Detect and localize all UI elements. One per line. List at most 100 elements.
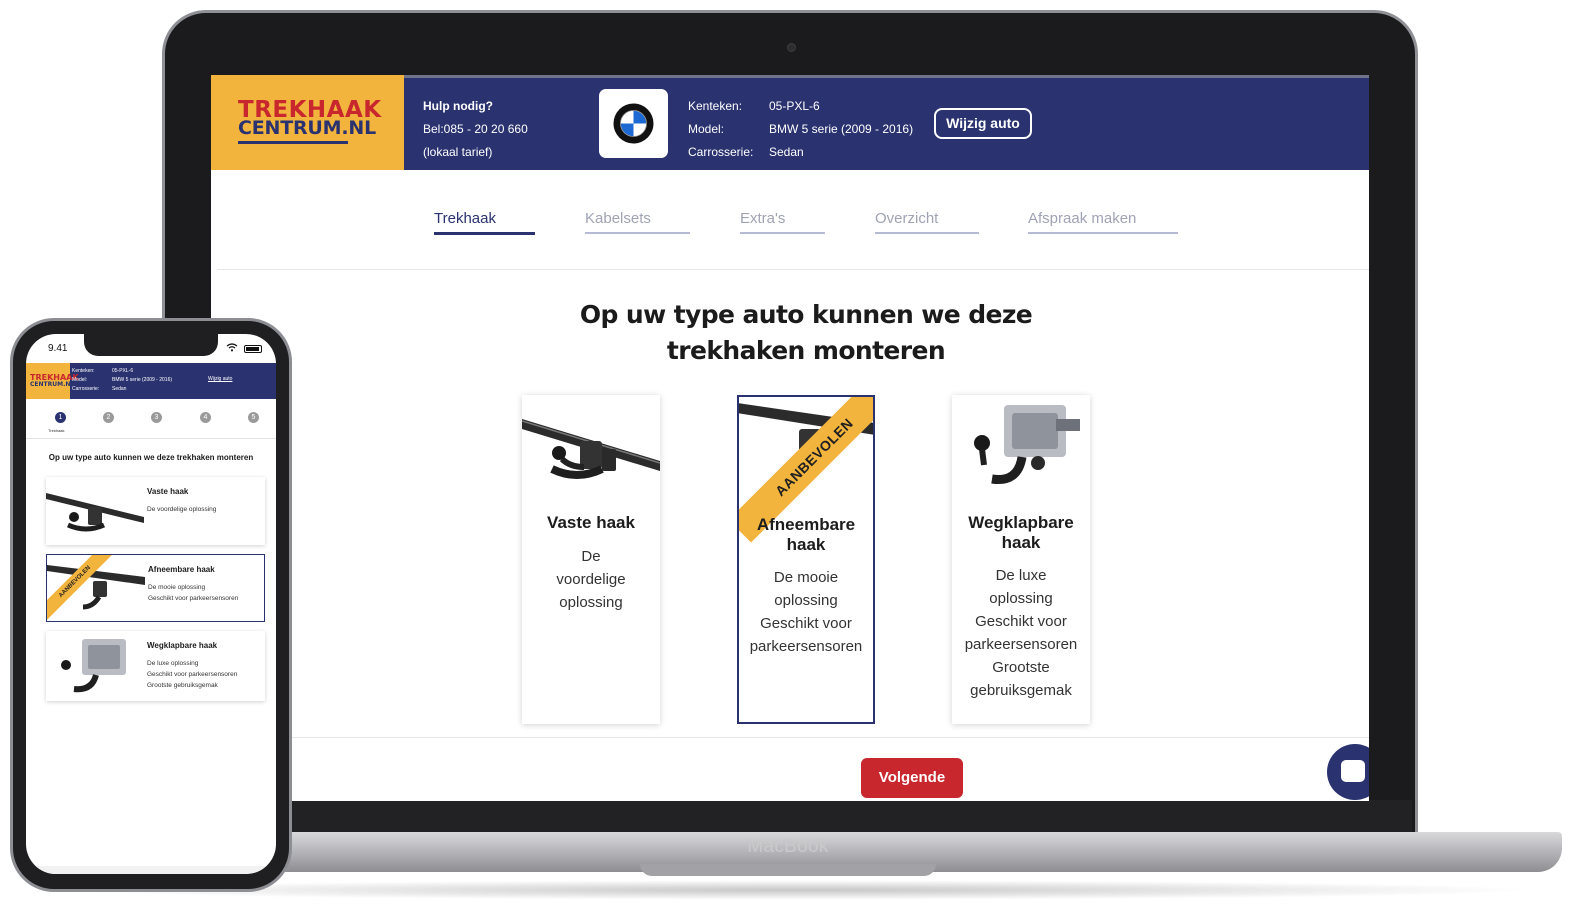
car-row-kenteken: Kenteken: 05-PXL-6 <box>688 95 913 118</box>
desc-line: Grootste gebruiksgemak <box>147 682 218 689</box>
laptop-chin <box>170 800 1412 834</box>
card-description: De luxe oplossing Geschikt voor parkeers… <box>952 564 1090 702</box>
desc-line: Geschikt voor parkeersensoren <box>147 671 238 678</box>
step-1[interactable]: 1 <box>55 412 66 423</box>
battery-icon <box>244 345 262 353</box>
site-logo[interactable]: TREKHAAK CENTRUM.NL <box>211 75 404 170</box>
car-row-model: Model: BMW 5 serie (2009 - 2016) <box>688 118 913 141</box>
car-value: 05-PXL-6 <box>112 368 134 374</box>
car-value: 05-PXL-6 <box>769 99 820 113</box>
tab-kabelsets[interactable]: Kabelsets <box>585 210 690 234</box>
step-3[interactable]: 3 <box>151 412 162 423</box>
wijzig-auto-button[interactable]: Wijzig auto <box>934 108 1032 139</box>
desc-line: De luxe <box>995 567 1047 584</box>
phone-option-card-wegklapbare-haak[interactable]: Wegklapbare haak De luxe oplossing Gesch… <box>46 631 265 701</box>
step-4[interactable]: 4 <box>200 412 211 423</box>
vaste-haak-image <box>522 419 660 479</box>
car-key: Kenteken: <box>72 368 95 374</box>
help-block: Hulp nodig? Bel:085 - 20 20 660 (lokaal … <box>423 95 528 164</box>
card-title: Wegklapbare haak <box>147 641 218 650</box>
help-phone[interactable]: Bel:085 - 20 20 660 <box>423 118 528 141</box>
desc-line: oplossing <box>989 590 1053 607</box>
status-time: 9.41 <box>48 343 68 354</box>
desc-line: parkeersensoren <box>749 638 863 655</box>
tab-trekhaak[interactable]: Trekhaak <box>434 210 535 235</box>
option-card-afneembare-haak[interactable]: AANBEVOLEN Afneembare haak De mooie oplo… <box>737 395 875 724</box>
car-row-carrosserie: Carrosserie: Sedan <box>688 141 913 164</box>
desc-line: voordelige <box>556 571 626 588</box>
card-title: Wegklapbare haak <box>968 513 1074 552</box>
car-brand-badge <box>599 89 668 158</box>
wegklapbare-haak-image <box>974 405 1080 485</box>
desc-line: Geschikt voor <box>760 615 852 632</box>
car-info: Kenteken: 05-PXL-6 Model: BMW 5 serie (2… <box>688 95 913 164</box>
phone-option-card-vaste-haak[interactable]: Vaste haak De voordelige oplossing <box>46 477 265 545</box>
car-key: Model: <box>72 377 88 383</box>
phone-site-logo[interactable]: TREKHAAK CENTRUM.NL <box>26 363 79 399</box>
desc-line: De <box>581 548 601 565</box>
logo-text-line2: CENTRUM.NL <box>238 117 376 139</box>
wifi-icon <box>226 343 238 354</box>
desc-line: Geschikt voor <box>975 613 1067 630</box>
phone-wijzig-auto-link[interactable]: Wijzig auto <box>208 376 232 382</box>
option-card-wegklapbare-haak[interactable]: Wegklapbare haak De luxe oplossing Gesch… <box>952 395 1090 724</box>
help-note: (lokaal tarief) <box>423 145 493 159</box>
car-key: Model: <box>688 122 725 136</box>
desc-line: Grootste <box>992 659 1050 676</box>
card-description: De luxe oplossing Geschikt voor parkeers… <box>147 658 237 691</box>
next-button[interactable]: Volgende <box>861 758 963 798</box>
phone-car-info: Kenteken: 05-PXL-6 Model: BMW 5 serie (2… <box>72 367 172 394</box>
desc-line: oplossing <box>559 594 623 611</box>
car-row-model: Model: BMW 5 serie (2009 - 2016) <box>72 376 172 385</box>
car-row-carrosserie: Carrosserie: Sedan <box>72 385 172 394</box>
laptop-shadow <box>60 880 1540 900</box>
desc-line: De mooie oplossing <box>148 584 206 591</box>
desc-line: De voordelige oplossing <box>147 506 217 513</box>
card-title: Vaste haak <box>147 487 189 496</box>
phone-option-card-afneembare-haak[interactable]: AANBEVOLEN Afneembare haak De mooie oplo… <box>46 554 265 622</box>
phone-bottom-bar <box>26 866 276 874</box>
laptop-notch <box>640 864 936 876</box>
camera-icon <box>787 43 796 52</box>
car-key: Kenteken: <box>688 99 743 113</box>
chat-button[interactable] <box>1327 744 1369 800</box>
step-5[interactable]: 5 <box>248 412 259 423</box>
phone-notch <box>84 334 218 356</box>
car-value: Sedan <box>112 386 127 392</box>
desc-line: Geschikt voor parkeersensoren <box>148 595 239 602</box>
phone-screen: 9.41 TREKHAAK CENTRUM.NL Kenteken: 05-PX… <box>26 334 276 874</box>
car-value: BMW 5 serie (2009 - 2016) <box>769 122 914 136</box>
card-description: De mooie oplossing Geschikt voor parkeer… <box>148 582 238 604</box>
car-value: BMW 5 serie (2009 - 2016) <box>112 377 173 383</box>
card-title: Afneembare haak <box>148 565 215 574</box>
desc-line: De luxe oplossing <box>147 660 199 667</box>
step-label: Trekhaak <box>48 428 65 433</box>
bmw-logo-icon <box>613 103 654 144</box>
car-key: Carrosserie: <box>688 145 754 159</box>
laptop-screen: TREKHAAK CENTRUM.NL Hulp nodig? Bel:085 … <box>211 75 1369 801</box>
tab-extras[interactable]: Extra's <box>740 210 825 234</box>
option-card-vaste-haak[interactable]: Vaste haak De voordelige oplossing <box>522 395 660 724</box>
help-title: Hulp nodig? <box>423 99 493 113</box>
tab-overzicht[interactable]: Overzicht <box>875 210 979 234</box>
car-key: Carrosserie: <box>72 386 100 392</box>
desc-line: gebruiksgemak <box>970 682 1072 699</box>
logo-text-line2: CENTRUM.NL <box>30 381 75 388</box>
phone-page-title: Op uw type auto kunnen we deze trekhaken… <box>48 453 254 462</box>
card-title: Vaste haak <box>547 513 635 532</box>
tabs-divider <box>217 269 1369 270</box>
vaste-haak-image <box>46 493 144 532</box>
desc-line: oplossing <box>774 592 838 609</box>
desc-line: De mooie <box>773 569 839 586</box>
card-description: De voordelige oplossing <box>522 545 660 614</box>
card-title: Afneembare haak <box>756 515 856 554</box>
car-value: Sedan <box>769 145 804 159</box>
tab-afspraak-maken[interactable]: Afspraak maken <box>1028 210 1178 234</box>
logo-underline <box>238 141 348 144</box>
wegklapbare-haak-image <box>61 639 126 693</box>
step-2[interactable]: 2 <box>103 412 114 423</box>
car-row-kenteken: Kenteken: 05-PXL-6 <box>72 367 172 376</box>
footer-divider <box>211 737 1369 738</box>
chat-icon <box>1341 760 1365 782</box>
desc-line: parkeersensoren <box>964 636 1078 653</box>
